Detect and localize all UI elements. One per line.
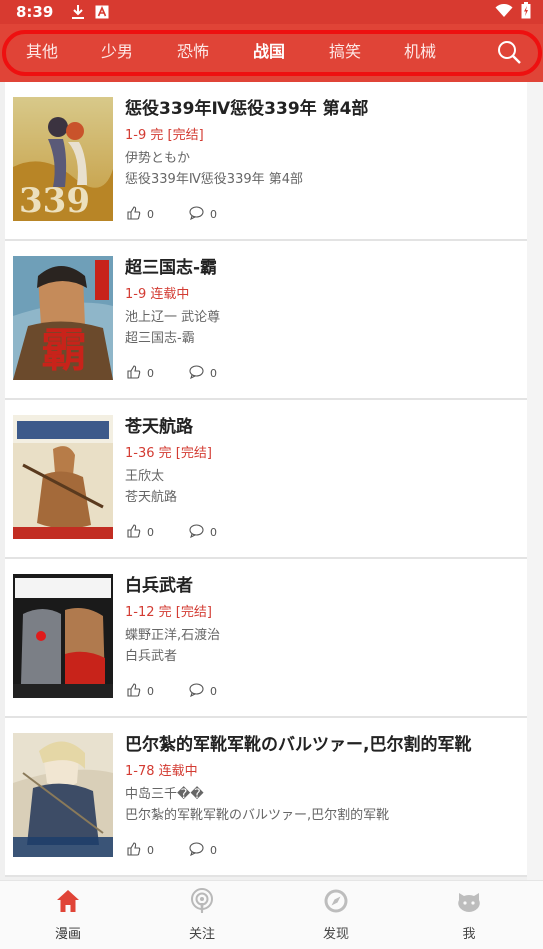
svg-text:霸: 霸 bbox=[41, 323, 87, 377]
comment-count: 0 bbox=[210, 526, 217, 539]
wifi-icon bbox=[495, 3, 513, 22]
comic-status: 1-9 完 [完结] bbox=[125, 128, 204, 143]
svg-text:339: 339 bbox=[19, 181, 90, 221]
comment-icon bbox=[189, 683, 204, 700]
comment-button[interactable]: 0 bbox=[189, 524, 217, 541]
comment-icon bbox=[189, 842, 204, 859]
like-count: 0 bbox=[147, 844, 154, 857]
like-button[interactable]: 0 bbox=[127, 524, 154, 541]
comic-title[interactable]: 苍天航路 bbox=[125, 412, 193, 437]
tab-sengoku[interactable]: 战国 bbox=[241, 41, 297, 63]
comic-title[interactable]: 巴尔紮的军靴军靴のバルツァー,巴尔割的军靴 bbox=[125, 730, 471, 755]
github-cat-icon bbox=[455, 887, 483, 915]
search-icon[interactable] bbox=[496, 39, 522, 65]
comic-subtitle: 巴尔紮的军靴军靴のバルツァー,巴尔割的军靴 bbox=[125, 808, 390, 823]
comic-status: 1-12 完 [完结] bbox=[125, 605, 212, 620]
nav-label: 发现 bbox=[322, 927, 349, 942]
comic-card[interactable]: 霸 超三国志-霸 1-9 连载中 池上辽一 武论尊 超三国志-霸 0 0 bbox=[5, 241, 527, 400]
comic-author: 伊势ともか bbox=[125, 151, 191, 166]
battery-charging-icon bbox=[521, 1, 531, 23]
thumbs-up-icon bbox=[127, 683, 141, 700]
comic-cover[interactable]: 霸 bbox=[13, 256, 113, 380]
tab-mecha[interactable]: 机械 bbox=[392, 41, 448, 63]
like-count: 0 bbox=[147, 208, 154, 221]
comic-cover[interactable] bbox=[13, 574, 113, 698]
thumbs-up-icon bbox=[127, 842, 141, 859]
comic-title[interactable]: 白兵武者 bbox=[125, 571, 193, 596]
nav-label: 我 bbox=[462, 927, 476, 942]
comic-title[interactable]: 超三国志-霸 bbox=[125, 253, 217, 278]
status-right-icons bbox=[495, 1, 531, 23]
comment-button[interactable]: 0 bbox=[189, 365, 217, 382]
comic-status: 1-36 完 [完结] bbox=[125, 446, 212, 461]
nav-me[interactable]: 我 bbox=[424, 887, 514, 942]
like-count: 0 bbox=[147, 526, 154, 539]
like-button[interactable]: 0 bbox=[127, 842, 154, 859]
thumbs-up-icon bbox=[127, 365, 141, 382]
comic-status: 1-78 连载中 bbox=[125, 764, 198, 779]
nav-label: 关注 bbox=[188, 927, 215, 942]
comic-author: 池上辽一 武论尊 bbox=[125, 310, 221, 325]
comic-subtitle: 超三国志-霸 bbox=[125, 331, 195, 346]
comment-icon bbox=[189, 206, 204, 223]
comic-card[interactable]: 339 惩役339年Ⅳ惩役339年 第4部 1-9 完 [完结] 伊势ともか 惩… bbox=[5, 82, 527, 241]
comic-cover[interactable] bbox=[13, 415, 113, 539]
comment-count: 0 bbox=[210, 208, 217, 221]
tab-comedy[interactable]: 搞笑 bbox=[317, 41, 373, 63]
comic-author: 中岛三千�� bbox=[125, 787, 204, 802]
comic-card[interactable]: 苍天航路 1-36 完 [完结] 王欣太 苍天航路 0 0 bbox=[5, 400, 527, 559]
comment-button[interactable]: 0 bbox=[189, 683, 217, 700]
comment-icon bbox=[189, 365, 204, 382]
download-icon bbox=[71, 4, 85, 20]
comic-cover[interactable]: 339 bbox=[13, 97, 113, 221]
thumbs-up-icon bbox=[127, 206, 141, 223]
app-screen: 8:39 其他 少男 恐怖 战国 搞笑 机械 339 惩役339年Ⅳ惩役339年… bbox=[0, 0, 543, 949]
nav-following[interactable]: 关注 bbox=[157, 887, 247, 942]
comic-author: 蝶野正洋,石渡治 bbox=[125, 628, 221, 643]
compass-icon bbox=[322, 887, 350, 915]
comic-subtitle: 白兵武者 bbox=[125, 649, 178, 664]
comic-title[interactable]: 惩役339年Ⅳ惩役339年 第4部 bbox=[125, 94, 368, 119]
comic-author: 王欣太 bbox=[125, 469, 165, 484]
like-button[interactable]: 0 bbox=[127, 206, 154, 223]
thumbs-up-icon bbox=[127, 524, 141, 541]
nav-discover[interactable]: 发现 bbox=[291, 887, 381, 942]
comic-list: 339 惩役339年Ⅳ惩役339年 第4部 1-9 完 [完结] 伊势ともか 惩… bbox=[5, 82, 527, 877]
list-right-gutter bbox=[527, 82, 543, 880]
status-bar: 8:39 bbox=[0, 0, 543, 24]
comic-cover[interactable] bbox=[13, 733, 113, 857]
comic-card[interactable]: 巴尔紮的军靴军靴のバルツァー,巴尔割的军靴 1-78 连载中 中岛三千�� 巴尔… bbox=[5, 718, 527, 877]
tab-shonen[interactable]: 少男 bbox=[89, 41, 145, 63]
comic-subtitle: 苍天航路 bbox=[125, 490, 178, 505]
status-time: 8:39 bbox=[16, 3, 54, 21]
comment-icon bbox=[189, 524, 204, 541]
bottom-navigation: 漫画 关注 发现 我 bbox=[0, 880, 543, 949]
comment-count: 0 bbox=[210, 367, 217, 380]
comment-count: 0 bbox=[210, 685, 217, 698]
tab-other[interactable]: 其他 bbox=[14, 41, 70, 63]
tab-horror[interactable]: 恐怖 bbox=[165, 41, 221, 63]
comment-button[interactable]: 0 bbox=[189, 206, 217, 223]
like-count: 0 bbox=[147, 685, 154, 698]
category-tab-bar: 其他 少男 恐怖 战国 搞笑 机械 bbox=[0, 24, 543, 82]
nav-comics[interactable]: 漫画 bbox=[23, 887, 113, 942]
comic-card[interactable]: 白兵武者 1-12 完 [完结] 蝶野正洋,石渡治 白兵武者 0 0 bbox=[5, 559, 527, 718]
nav-label: 漫画 bbox=[54, 927, 81, 942]
home-icon bbox=[54, 887, 82, 915]
like-count: 0 bbox=[147, 367, 154, 380]
podcast-icon bbox=[188, 887, 216, 915]
comment-button[interactable]: 0 bbox=[189, 842, 217, 859]
notification-a-icon bbox=[95, 5, 109, 19]
comment-count: 0 bbox=[210, 844, 217, 857]
like-button[interactable]: 0 bbox=[127, 683, 154, 700]
like-button[interactable]: 0 bbox=[127, 365, 154, 382]
comic-status: 1-9 连载中 bbox=[125, 287, 190, 302]
comic-subtitle: 惩役339年Ⅳ惩役339年 第4部 bbox=[125, 172, 304, 187]
